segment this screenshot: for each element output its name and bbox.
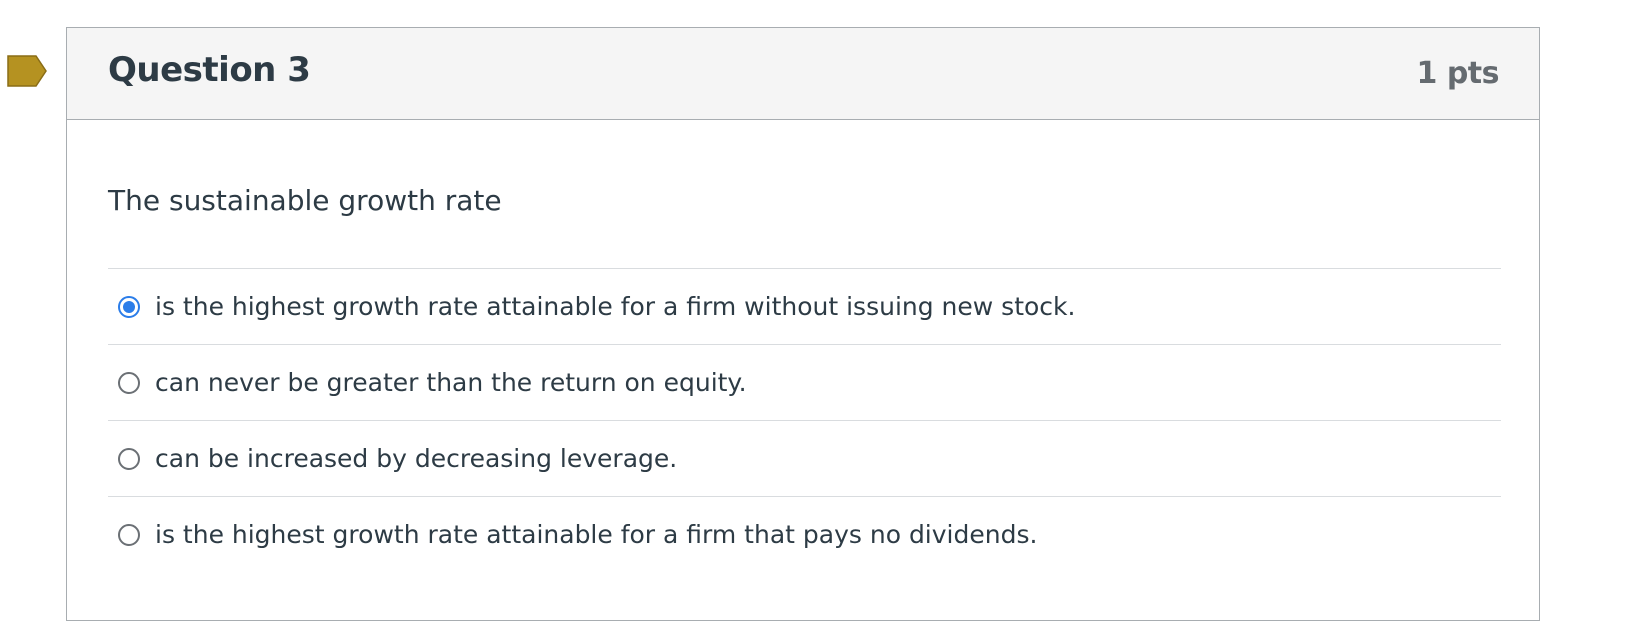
answer-option[interactable]: is the highest growth rate attainable fo… xyxy=(108,496,1501,572)
question-text: The sustainable growth rate xyxy=(108,184,502,217)
quiz-page: Question 3 1 pts The sustainable growth … xyxy=(0,0,1627,641)
answer-list: is the highest growth rate attainable fo… xyxy=(108,268,1501,572)
answer-option[interactable]: can never be greater than the return on … xyxy=(108,344,1501,420)
question-header: Question 3 1 pts xyxy=(67,28,1539,120)
radio-button[interactable] xyxy=(118,295,140,318)
radio-button[interactable] xyxy=(118,371,140,394)
answer-label: can never be greater than the return on … xyxy=(155,368,747,397)
answer-option[interactable]: is the highest growth rate attainable fo… xyxy=(108,268,1501,344)
radio-button[interactable] xyxy=(118,523,140,546)
answer-label: is the highest growth rate attainable fo… xyxy=(155,292,1076,321)
bookmark-flag-icon[interactable] xyxy=(7,55,47,87)
question-title: Question 3 xyxy=(108,50,311,90)
answer-option[interactable]: can be increased by decreasing leverage. xyxy=(108,420,1501,496)
question-points: 1 pts xyxy=(1416,56,1500,91)
answer-label: can be increased by decreasing leverage. xyxy=(155,444,678,473)
question-card: Question 3 1 pts The sustainable growth … xyxy=(66,27,1540,621)
answer-label: is the highest growth rate attainable fo… xyxy=(155,520,1038,549)
radio-button[interactable] xyxy=(118,447,140,470)
